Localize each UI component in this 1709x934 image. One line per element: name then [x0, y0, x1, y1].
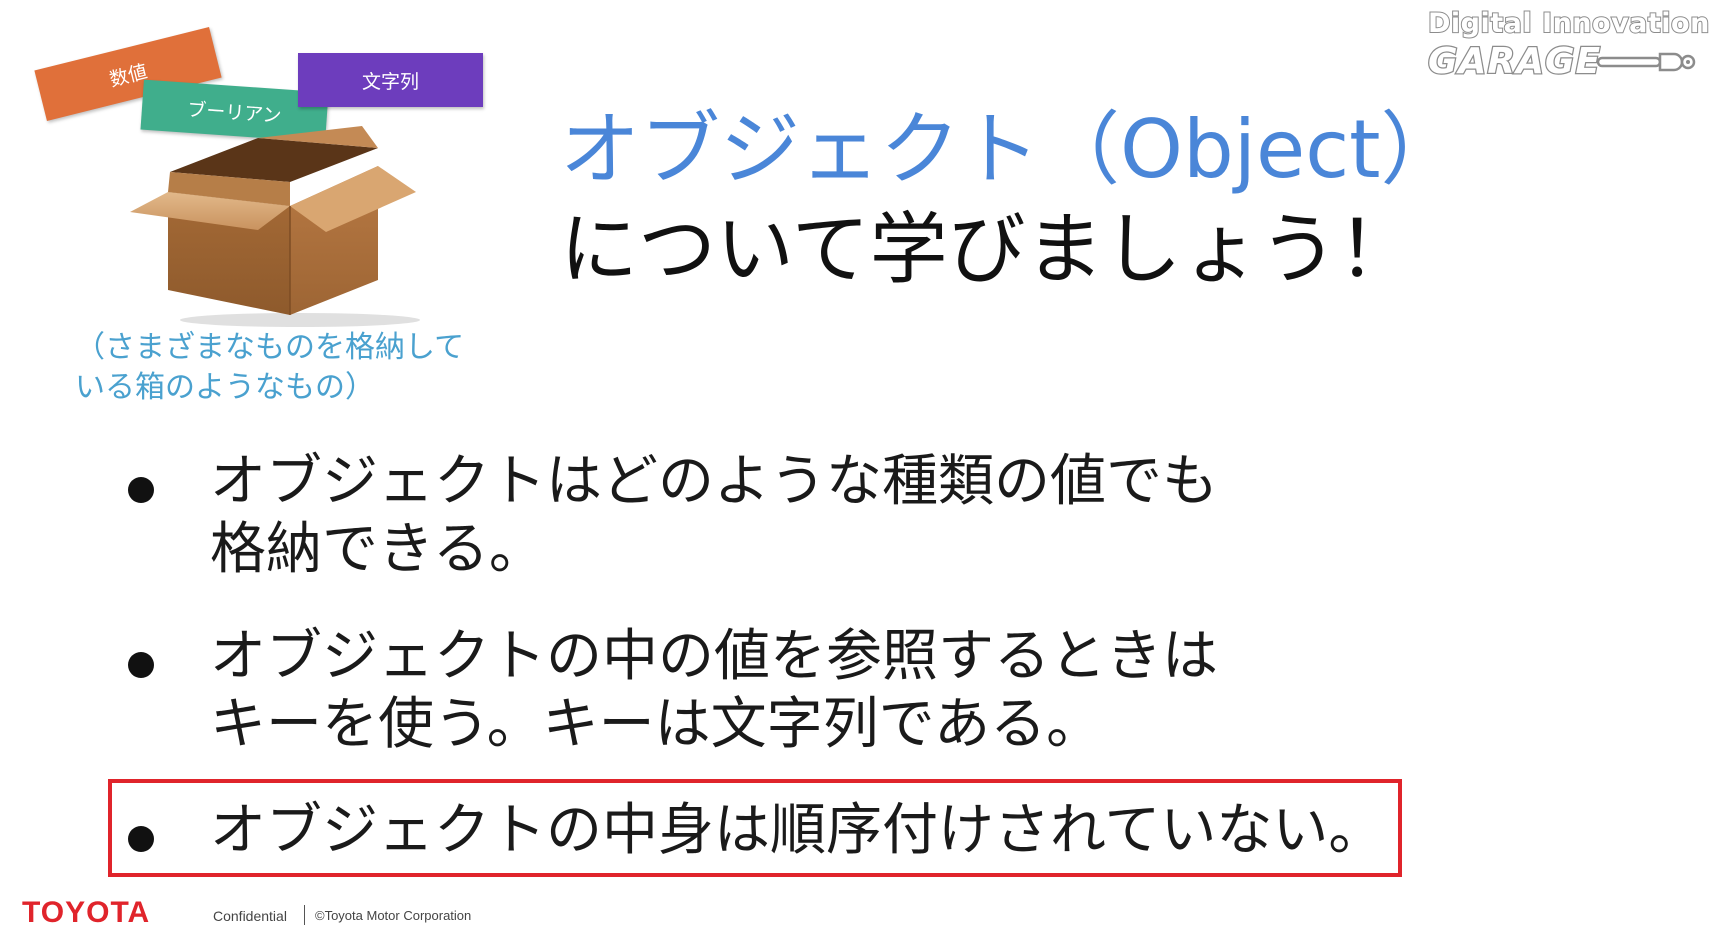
bullet-dot-icon: [128, 477, 154, 503]
bullet-dot-icon: [128, 826, 154, 852]
cardboard-box-icon: [130, 126, 420, 327]
page-title-line2: について学びましょう！: [560, 205, 1416, 295]
toyota-logo: TOYOTA: [22, 896, 151, 929]
bullet-text: オブジェクトの中の値を参照するときは キーを使う。キーは文字列である。: [210, 623, 1390, 759]
bullet-text-line: キーを使う。キーは文字列である。: [210, 692, 1103, 757]
bullet-text-line: オブジェクトの中身は順序付けされていない。: [210, 798, 1385, 863]
object-box-illustration: 数値 ブーリアン 文字列: [30, 10, 500, 330]
footer-divider: [304, 905, 305, 925]
logo-line1: Digital Innovation: [1427, 7, 1709, 40]
slide: Digital Innovation GARAGE 数値 ブーリアン 文字列 （…: [0, 0, 1709, 934]
bullet-text: オブジェクトの中身は順序付けされていない。: [210, 797, 1390, 865]
bullet-text-line: オブジェクトの中の値を参照するときは: [210, 624, 1218, 689]
copyright-text: ©Toyota Motor Corporation: [315, 908, 472, 923]
bullet-text: オブジェクトはどのような種類の値でも 格納できる。: [210, 448, 1390, 584]
caption-line1: （さまざまなものを格納して: [75, 330, 465, 365]
bullet-text-line: 格納できる。: [210, 517, 545, 582]
bullet-dot-icon: [128, 652, 154, 678]
page-title-line1: オブジェクト（Object）: [560, 103, 1461, 196]
logo-line2: GARAGE: [1427, 40, 1602, 84]
caption-line2: いる箱のようなもの）: [75, 370, 375, 405]
bullet-text-line: オブジェクトはどのような種類の値でも: [210, 449, 1218, 514]
confidential-label: Confidential: [213, 908, 287, 924]
digital-innovation-garage-logo: Digital Innovation GARAGE: [1427, 7, 1709, 84]
tag-string: 文字列: [298, 53, 483, 107]
illustration-caption: （さまざまなものを格納して いる箱のようなもの）: [75, 328, 535, 408]
wrench-icon: [1596, 52, 1696, 72]
